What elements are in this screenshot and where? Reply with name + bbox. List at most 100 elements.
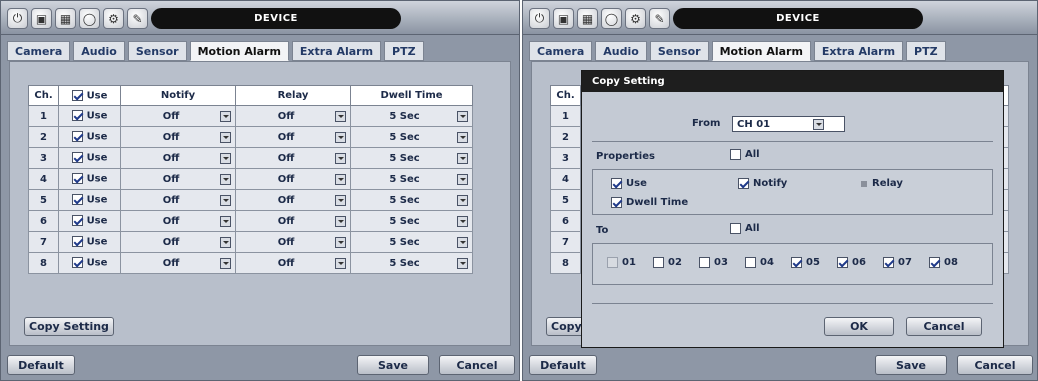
display-icon[interactable]: ▣ bbox=[31, 8, 52, 29]
chevron-down-icon[interactable] bbox=[220, 132, 231, 143]
channel-06-option[interactable]: 06 bbox=[837, 257, 866, 268]
chevron-down-icon[interactable] bbox=[335, 132, 346, 143]
notify-select[interactable]: Off bbox=[120, 210, 236, 232]
use-cell[interactable]: Use bbox=[58, 105, 121, 127]
chevron-down-icon[interactable] bbox=[457, 237, 468, 248]
tab-extra-alarm[interactable]: Extra Alarm bbox=[291, 41, 382, 61]
calendar-icon[interactable]: ▦ bbox=[55, 8, 76, 29]
use-cell[interactable]: Use bbox=[58, 231, 121, 253]
tab-motion-alarm[interactable]: Motion Alarm bbox=[189, 41, 289, 61]
relay-select[interactable]: Off bbox=[235, 105, 351, 127]
tab-sensor[interactable]: Sensor bbox=[649, 41, 709, 61]
tools-icon[interactable]: ⚙ bbox=[103, 8, 124, 29]
notify-select[interactable]: Off bbox=[120, 105, 236, 127]
default-button[interactable]: Default bbox=[7, 355, 75, 375]
dwell-time-select[interactable]: 5 Sec bbox=[350, 105, 473, 127]
chevron-down-icon[interactable] bbox=[220, 258, 231, 269]
notify-select[interactable]: Off bbox=[120, 168, 236, 190]
chevron-down-icon[interactable] bbox=[457, 132, 468, 143]
use-checkbox[interactable] bbox=[71, 236, 83, 248]
chevron-down-icon[interactable] bbox=[335, 174, 346, 185]
globe-icon[interactable]: ◯ bbox=[601, 8, 622, 29]
relay-select[interactable]: Off bbox=[235, 231, 351, 253]
chevron-down-icon[interactable] bbox=[220, 237, 231, 248]
chevron-down-icon[interactable] bbox=[457, 111, 468, 122]
chevron-down-icon[interactable] bbox=[335, 195, 346, 206]
from-select[interactable]: CH 01 bbox=[732, 116, 845, 132]
tab-camera[interactable]: Camera bbox=[529, 41, 593, 61]
channel-04-checkbox[interactable] bbox=[745, 257, 756, 268]
tab-motion-alarm[interactable]: Motion Alarm bbox=[711, 41, 811, 61]
channel-05-option[interactable]: 05 bbox=[791, 257, 820, 268]
use-checkbox[interactable] bbox=[71, 215, 83, 227]
chevron-down-icon[interactable] bbox=[813, 119, 824, 130]
use-cell[interactable]: Use bbox=[58, 147, 121, 169]
calendar-icon[interactable]: ▦ bbox=[577, 8, 598, 29]
tab-ptz[interactable]: PTZ bbox=[384, 41, 424, 61]
dwell-time-option[interactable]: Dwell Time bbox=[611, 197, 688, 208]
channel-05-checkbox[interactable] bbox=[791, 257, 802, 268]
channel-06-checkbox[interactable] bbox=[837, 257, 848, 268]
channel-03-checkbox[interactable] bbox=[699, 257, 710, 268]
use-all-checkbox[interactable] bbox=[71, 89, 83, 101]
chevron-down-icon[interactable] bbox=[335, 111, 346, 122]
to-all-checkbox[interactable] bbox=[730, 223, 741, 234]
relay-select[interactable]: Off bbox=[235, 252, 351, 274]
notify-select[interactable]: Off bbox=[120, 231, 236, 253]
relay-select[interactable]: Off bbox=[235, 147, 351, 169]
dwell-time-select[interactable]: 5 Sec bbox=[350, 189, 473, 211]
dwell-time-select[interactable]: 5 Sec bbox=[350, 231, 473, 253]
chevron-down-icon[interactable] bbox=[220, 195, 231, 206]
tools-icon[interactable]: ⚙ bbox=[625, 8, 646, 29]
dwell-time-select[interactable]: 5 Sec bbox=[350, 168, 473, 190]
relay-select[interactable]: Off bbox=[235, 126, 351, 148]
globe-icon[interactable]: ◯ bbox=[79, 8, 100, 29]
dwell-time-select[interactable]: 5 Sec bbox=[350, 147, 473, 169]
cancel-button[interactable]: Cancel bbox=[439, 355, 515, 375]
to-all-option[interactable]: All bbox=[730, 223, 760, 234]
display-icon[interactable]: ▣ bbox=[553, 8, 574, 29]
device-icon[interactable]: ✎ bbox=[649, 8, 670, 29]
power-icon[interactable]: ⏻ bbox=[529, 8, 550, 29]
tab-audio[interactable]: Audio bbox=[73, 41, 125, 61]
channel-08-checkbox[interactable] bbox=[929, 257, 940, 268]
default-button[interactable]: Default bbox=[529, 355, 597, 375]
notify-option[interactable]: Notify bbox=[738, 178, 787, 189]
relay-select[interactable]: Off bbox=[235, 210, 351, 232]
chevron-down-icon[interactable] bbox=[335, 258, 346, 269]
use-option[interactable]: Use bbox=[611, 178, 647, 189]
use-checkbox[interactable] bbox=[71, 257, 83, 269]
use-checkbox[interactable] bbox=[71, 173, 83, 185]
chevron-down-icon[interactable] bbox=[220, 216, 231, 227]
dwell-time-checkbox[interactable] bbox=[611, 197, 622, 208]
save-button[interactable]: Save bbox=[875, 355, 947, 375]
chevron-down-icon[interactable] bbox=[335, 153, 346, 164]
dialog-cancel-button[interactable]: Cancel bbox=[906, 317, 982, 336]
tab-audio[interactable]: Audio bbox=[595, 41, 647, 61]
relay-select[interactable]: Off bbox=[235, 189, 351, 211]
dwell-time-select[interactable]: 5 Sec bbox=[350, 126, 473, 148]
channel-02-checkbox[interactable] bbox=[653, 257, 664, 268]
use-cell[interactable]: Use bbox=[58, 189, 121, 211]
channel-07-option[interactable]: 07 bbox=[883, 257, 912, 268]
chevron-down-icon[interactable] bbox=[220, 174, 231, 185]
use-checkbox[interactable] bbox=[611, 178, 622, 189]
chevron-down-icon[interactable] bbox=[335, 237, 346, 248]
use-checkbox[interactable] bbox=[71, 131, 83, 143]
use-cell[interactable]: Use bbox=[58, 252, 121, 274]
chevron-down-icon[interactable] bbox=[220, 153, 231, 164]
device-icon[interactable]: ✎ bbox=[127, 8, 148, 29]
chevron-down-icon[interactable] bbox=[220, 111, 231, 122]
use-cell[interactable]: Use bbox=[58, 210, 121, 232]
channel-08-option[interactable]: 08 bbox=[929, 257, 958, 268]
properties-all-option[interactable]: All bbox=[730, 149, 760, 160]
use-cell[interactable]: Use bbox=[58, 126, 121, 148]
power-icon[interactable]: ⏻ bbox=[7, 8, 28, 29]
tab-sensor[interactable]: Sensor bbox=[127, 41, 187, 61]
notify-select[interactable]: Off bbox=[120, 126, 236, 148]
chevron-down-icon[interactable] bbox=[457, 195, 468, 206]
use-checkbox[interactable] bbox=[71, 152, 83, 164]
notify-checkbox[interactable] bbox=[738, 178, 749, 189]
use-checkbox[interactable] bbox=[71, 110, 83, 122]
chevron-down-icon[interactable] bbox=[335, 216, 346, 227]
